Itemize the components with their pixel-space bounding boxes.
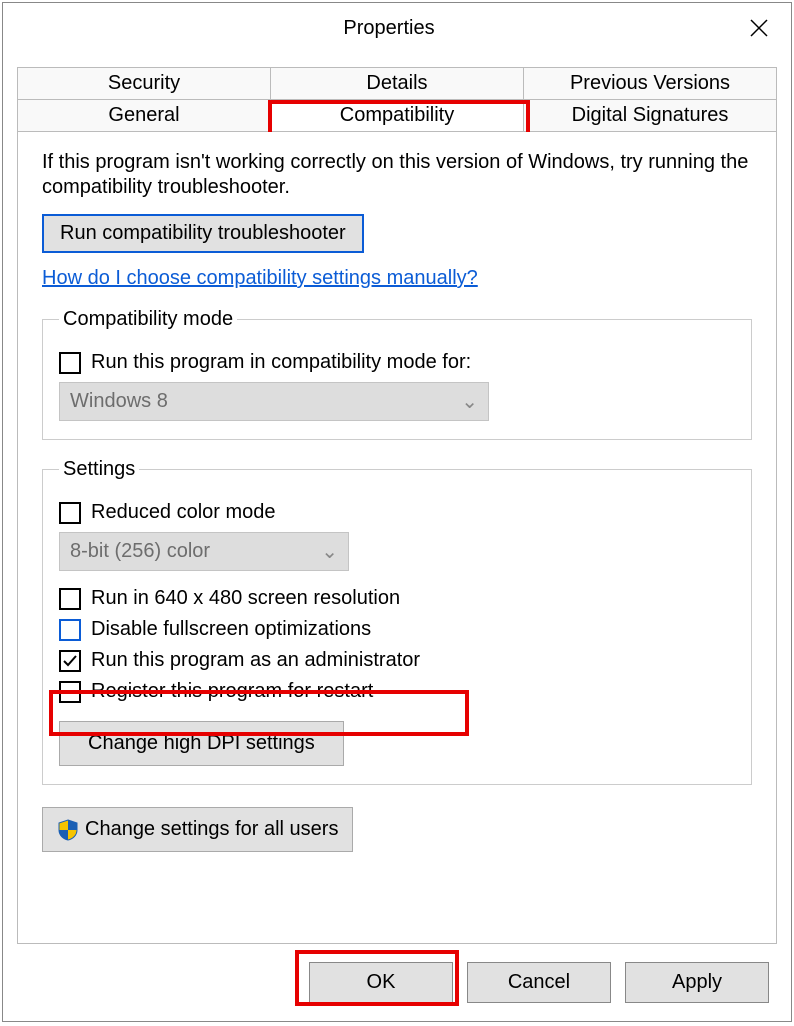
change-dpi-button[interactable]: Change high DPI settings (59, 721, 344, 766)
tab-general[interactable]: General (18, 100, 271, 131)
close-icon (749, 18, 769, 38)
select-compat-os-value: Windows 8 (70, 390, 168, 413)
tab-security[interactable]: Security (18, 68, 271, 99)
checkmark-icon (62, 653, 78, 669)
group-compatibility-mode: Compatibility mode Run this program in c… (42, 308, 752, 440)
label-reduced-color: Reduced color mode (91, 501, 276, 524)
group-settings: Settings Reduced color mode 8-bit (256) … (42, 458, 752, 785)
label-run-as-admin: Run this program as an administrator (91, 649, 420, 672)
tab-compatibility[interactable]: Compatibility (271, 100, 524, 131)
group-settings-legend: Settings (59, 458, 139, 481)
compatibility-pane: If this program isn't working correctly … (17, 132, 777, 944)
chevron-down-icon: ⌄ (321, 539, 338, 564)
tab-previous-versions[interactable]: Previous Versions (524, 68, 776, 99)
checkbox-disable-fullscreen[interactable] (59, 619, 81, 641)
tab-strip: Security Details Previous Versions Gener… (17, 67, 777, 132)
intro-text: If this program isn't working correctly … (42, 150, 752, 200)
help-link[interactable]: How do I choose compatibility settings m… (42, 267, 478, 290)
label-compat-mode: Run this program in compatibility mode f… (91, 351, 471, 374)
select-color-mode: 8-bit (256) color ⌄ (59, 532, 349, 571)
checkbox-640x480[interactable] (59, 588, 81, 610)
checkbox-compat-mode[interactable] (59, 352, 81, 374)
checkbox-run-as-admin[interactable] (59, 650, 81, 672)
close-button[interactable] (735, 4, 783, 52)
cancel-button[interactable]: Cancel (467, 962, 611, 1003)
tab-digital-signatures[interactable]: Digital Signatures (524, 100, 776, 131)
change-all-users-label: Change settings for all users (85, 818, 338, 841)
select-color-mode-value: 8-bit (256) color (70, 540, 210, 563)
label-register-restart: Register this program for restart (91, 680, 373, 703)
dialog-footer: OK Cancel Apply (3, 944, 791, 1021)
label-disable-fullscreen: Disable fullscreen optimizations (91, 618, 371, 641)
label-640x480: Run in 640 x 480 screen resolution (91, 587, 400, 610)
window-title: Properties (3, 17, 735, 40)
checkbox-register-restart[interactable] (59, 681, 81, 703)
select-compat-os: Windows 8 ⌄ (59, 382, 489, 421)
shield-icon (57, 819, 79, 841)
apply-button[interactable]: Apply (625, 962, 769, 1003)
change-all-users-button[interactable]: Change settings for all users (42, 807, 353, 852)
group-compat-legend: Compatibility mode (59, 308, 237, 331)
ok-button[interactable]: OK (309, 962, 453, 1003)
tab-details[interactable]: Details (271, 68, 524, 99)
chevron-down-icon: ⌄ (461, 389, 478, 414)
run-troubleshooter-button[interactable]: Run compatibility troubleshooter (42, 214, 364, 253)
checkbox-reduced-color[interactable] (59, 502, 81, 524)
